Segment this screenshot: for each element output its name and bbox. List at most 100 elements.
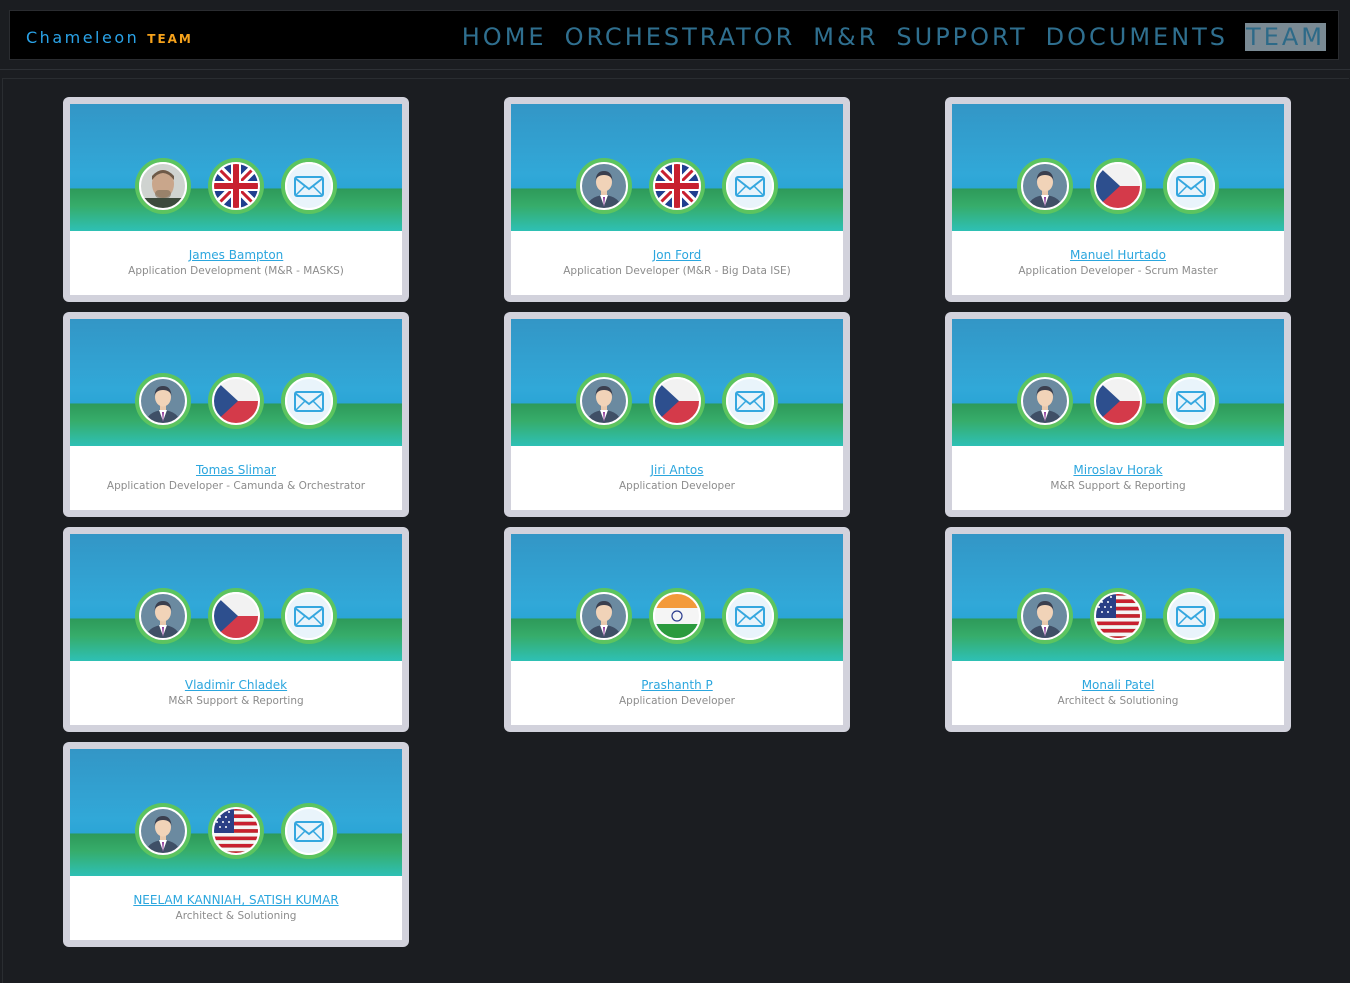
card-icons xyxy=(70,373,402,429)
card-info: Manuel Hurtado Application Developer - S… xyxy=(952,244,1284,279)
card-info: Prashanth P Application Developer xyxy=(511,674,843,709)
team-card-miroslav-horak: Miroslav Horak M&R Support & Reporting xyxy=(945,312,1291,517)
member-role: Application Developer xyxy=(618,480,735,492)
member-role: Architect & Solutioning xyxy=(175,910,297,922)
member-role: Application Development (M&R - MASKS) xyxy=(128,265,344,277)
team-card-vladimir-chladek: Vladimir Chladek M&R Support & Reporting xyxy=(63,527,409,732)
card-body: Monali Patel Architect & Solutioning xyxy=(952,534,1284,725)
team-card-tomas-slimar: Tomas Slimar Application Developer - Cam… xyxy=(63,312,409,517)
avatar-icon[interactable] xyxy=(576,373,632,429)
navbar: Chameleon TEAM HOME ORCHESTRATOR M&R SUPP… xyxy=(9,10,1339,60)
card-info: Jiri Antos Application Developer xyxy=(511,459,843,494)
email-icon[interactable] xyxy=(281,803,337,859)
team-card-manuel-hurtado: Manuel Hurtado Application Developer - S… xyxy=(945,97,1291,302)
card-body: NEELAM KANNIAH, SATISH KUMAR Architect &… xyxy=(70,749,402,940)
card-info: Monali Patel Architect & Solutioning xyxy=(952,674,1284,709)
avatar-icon[interactable] xyxy=(135,803,191,859)
nav-documents[interactable]: DOCUMENTS xyxy=(1045,23,1229,51)
member-name-link[interactable]: Vladimir Chladek xyxy=(185,678,287,693)
email-icon[interactable] xyxy=(722,158,778,214)
member-name-link[interactable]: NEELAM KANNIAH, SATISH KUMAR xyxy=(133,893,338,908)
member-role: M&R Support & Reporting xyxy=(168,695,304,707)
card-icons xyxy=(70,588,402,644)
flag-cz-icon xyxy=(1090,158,1146,214)
member-name-link[interactable]: Jon Ford xyxy=(653,248,701,263)
email-icon[interactable] xyxy=(1163,588,1219,644)
card-info: Tomas Slimar Application Developer - Cam… xyxy=(70,459,402,494)
avatar-icon[interactable] xyxy=(135,373,191,429)
avatar-icon[interactable] xyxy=(1017,158,1073,214)
email-icon[interactable] xyxy=(281,588,337,644)
flag-cz-icon xyxy=(649,373,705,429)
team-card-jiri-antos: Jiri Antos Application Developer xyxy=(504,312,850,517)
card-body: Miroslav Horak M&R Support & Reporting xyxy=(952,319,1284,510)
card-body: James Bampton Application Development (M… xyxy=(70,104,402,295)
member-role: M&R Support & Reporting xyxy=(1050,480,1186,492)
email-icon[interactable] xyxy=(281,158,337,214)
card-icons xyxy=(952,588,1284,644)
card-icons xyxy=(952,373,1284,429)
card-body: Tomas Slimar Application Developer - Cam… xyxy=(70,319,402,510)
email-icon[interactable] xyxy=(1163,158,1219,214)
nav-orchestrator[interactable]: ORCHESTRATOR xyxy=(564,23,797,51)
avatar-icon[interactable] xyxy=(1017,373,1073,429)
team-card-monali-patel: Monali Patel Architect & Solutioning xyxy=(945,527,1291,732)
card-body: Vladimir Chladek M&R Support & Reporting xyxy=(70,534,402,725)
avatar-icon[interactable] xyxy=(576,158,632,214)
avatar-icon[interactable] xyxy=(135,588,191,644)
avatar-icon[interactable] xyxy=(576,588,632,644)
team-grid: James Bampton Application Development (M… xyxy=(2,78,1349,983)
member-role: Application Developer xyxy=(618,695,735,707)
brand-subtitle: TEAM xyxy=(147,32,193,46)
flag-uk-icon xyxy=(649,158,705,214)
nav-support[interactable]: SUPPORT xyxy=(895,23,1028,51)
card-info: Miroslav Horak M&R Support & Reporting xyxy=(952,459,1284,494)
flag-cz-icon xyxy=(1090,373,1146,429)
member-name-link[interactable]: Monali Patel xyxy=(1082,678,1155,693)
main-nav: HOME ORCHESTRATOR M&R SUPPORT DOCUMENTS … xyxy=(461,22,1326,52)
team-card-prashanth-p: Prashanth P Application Developer xyxy=(504,527,850,732)
email-icon[interactable] xyxy=(1163,373,1219,429)
profile-photo-icon[interactable] xyxy=(135,158,191,214)
nav-team[interactable]: TEAM xyxy=(1245,23,1326,51)
member-name-link[interactable]: Jiri Antos xyxy=(650,463,703,478)
member-name-link[interactable]: Manuel Hurtado xyxy=(1070,248,1166,263)
member-name-link[interactable]: Prashanth P xyxy=(641,678,713,693)
avatar-icon[interactable] xyxy=(1017,588,1073,644)
header-divider xyxy=(0,69,1350,70)
flag-cz-icon xyxy=(208,373,264,429)
member-role: Application Developer - Camunda & Orches… xyxy=(106,480,366,492)
card-body: Jiri Antos Application Developer xyxy=(511,319,843,510)
flag-uk-icon xyxy=(208,158,264,214)
card-info: Vladimir Chladek M&R Support & Reporting xyxy=(70,674,402,709)
flag-cz-icon xyxy=(208,588,264,644)
member-role: Application Developer - Scrum Master xyxy=(1018,265,1218,277)
brand-name: Chameleon xyxy=(26,28,140,47)
nav-mr[interactable]: M&R xyxy=(812,23,879,51)
top-bar: Chameleon TEAM HOME ORCHESTRATOR M&R SUPP… xyxy=(0,0,1350,70)
card-icons xyxy=(70,803,402,859)
card-info: NEELAM KANNIAH, SATISH KUMAR Architect &… xyxy=(70,889,402,924)
member-name-link[interactable]: Tomas Slimar xyxy=(196,463,276,478)
email-icon[interactable] xyxy=(722,373,778,429)
card-info: James Bampton Application Development (M… xyxy=(70,244,402,279)
card-icons xyxy=(511,588,843,644)
flag-us-icon xyxy=(208,803,264,859)
card-body: Manuel Hurtado Application Developer - S… xyxy=(952,104,1284,295)
card-icons xyxy=(70,158,402,214)
card-icons xyxy=(511,158,843,214)
card-body: Jon Ford Application Developer (M&R - Bi… xyxy=(511,104,843,295)
card-icons xyxy=(511,373,843,429)
brand-logo[interactable]: Chameleon TEAM xyxy=(26,28,193,47)
flag-in-icon xyxy=(649,588,705,644)
member-name-link[interactable]: Miroslav Horak xyxy=(1073,463,1162,478)
email-icon[interactable] xyxy=(722,588,778,644)
member-role: Architect & Solutioning xyxy=(1057,695,1179,707)
flag-us-icon xyxy=(1090,588,1146,644)
team-card-neelam-kanniah-satish-kumar: NEELAM KANNIAH, SATISH KUMAR Architect &… xyxy=(63,742,409,947)
card-icons xyxy=(952,158,1284,214)
card-body: Prashanth P Application Developer xyxy=(511,534,843,725)
nav-home[interactable]: HOME xyxy=(461,23,548,51)
member-name-link[interactable]: James Bampton xyxy=(189,248,284,263)
email-icon[interactable] xyxy=(281,373,337,429)
